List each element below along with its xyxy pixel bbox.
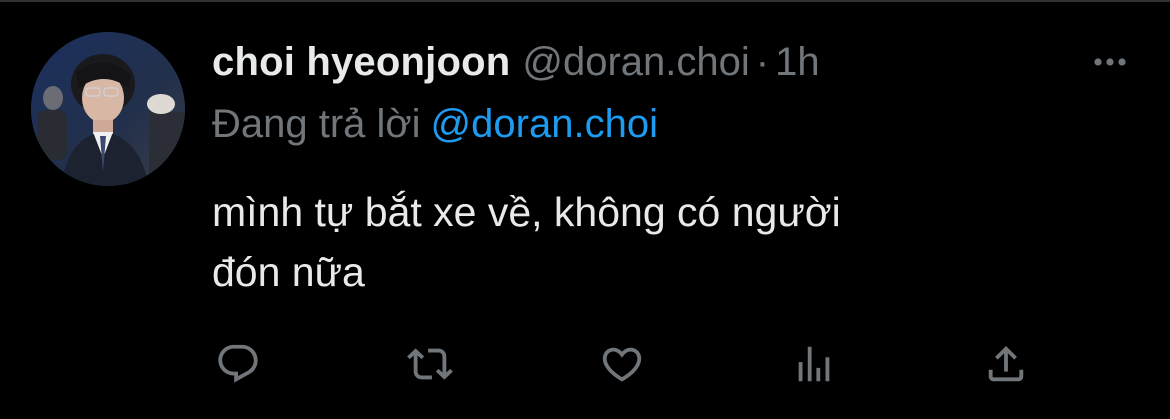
retweet-button[interactable] — [406, 340, 454, 388]
like-button[interactable] — [598, 340, 646, 388]
bar-chart-icon — [798, 346, 830, 382]
heart-icon — [602, 347, 642, 382]
tweet-text-line-1: mình tự bắt xe về, không có người — [212, 189, 841, 235]
timestamp[interactable]: 1h — [775, 40, 820, 84]
replying-to-label: Đang trả lời — [212, 102, 421, 146]
share-upload-icon — [988, 345, 1024, 382]
more-horizontal-icon — [1094, 58, 1126, 66]
share-button[interactable] — [982, 340, 1030, 388]
display-name[interactable]: choi hyeonjoon — [212, 40, 510, 84]
tweet-header: choi hyeonjoon @doran.choi · 1h — [212, 38, 820, 86]
reply-mention-link[interactable]: @doran.choi — [431, 102, 658, 146]
avatar-photo — [31, 32, 185, 186]
reply-button[interactable] — [214, 340, 262, 388]
avatar[interactable] — [31, 32, 185, 186]
action-bar — [212, 340, 1042, 388]
user-handle[interactable]: @doran.choi — [522, 40, 749, 84]
separator-dot: · — [755, 40, 770, 84]
retweet-icon — [407, 348, 453, 380]
tweet-text: mình tự bắt xe về, không có người đón nữ… — [212, 182, 1072, 302]
analytics-button[interactable] — [790, 340, 838, 388]
top-divider — [0, 0, 1170, 2]
reply-bubble-icon — [218, 344, 258, 383]
replying-to: Đang trả lời @doran.choi — [212, 100, 658, 148]
tweet-text-line-2: đón nữa — [212, 249, 365, 295]
more-options-button[interactable] — [1082, 44, 1138, 80]
